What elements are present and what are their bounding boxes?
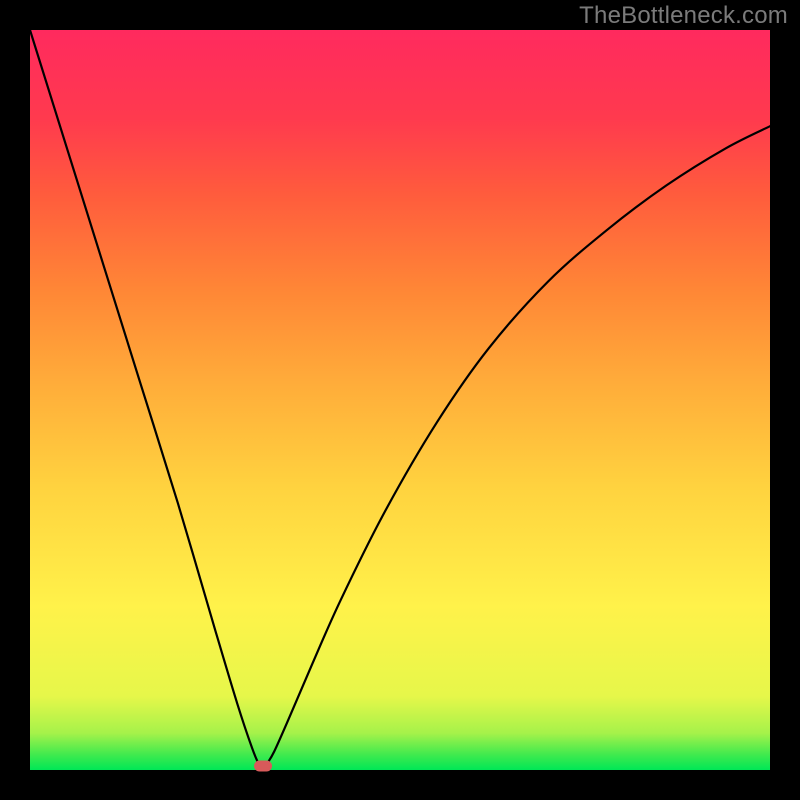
chart-frame: TheBottleneck.com — [0, 0, 800, 800]
watermark-text: TheBottleneck.com — [579, 2, 788, 30]
plot-area — [30, 30, 770, 770]
bottleneck-curve — [30, 30, 770, 770]
minimum-marker — [254, 761, 272, 772]
